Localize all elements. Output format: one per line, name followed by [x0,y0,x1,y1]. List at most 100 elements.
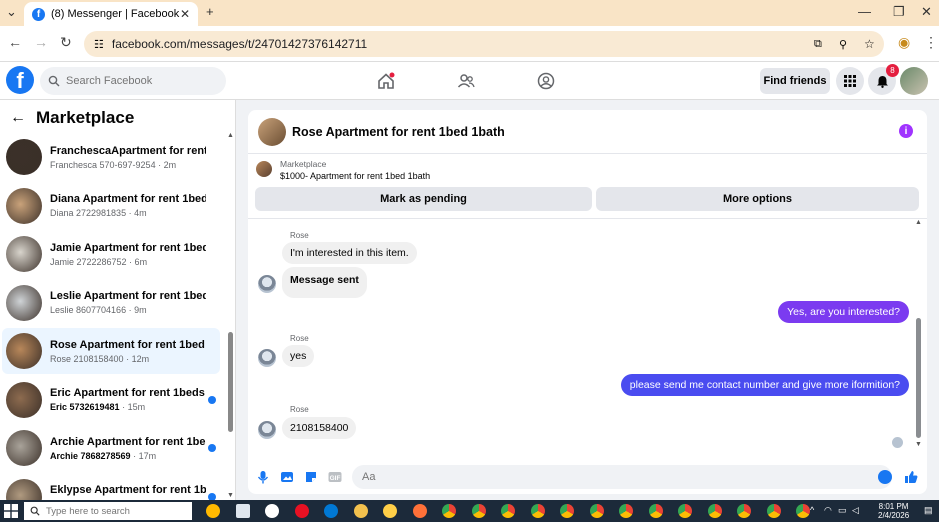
back-arrow-icon[interactable]: ← [10,109,26,127]
conversation-item[interactable]: Rose Apartment for rent 1bed 1... Rose 21… [2,328,220,374]
edge-icon[interactable] [294,504,309,518]
emoji-icon[interactable] [878,470,892,484]
back-icon[interactable]: ← [8,34,22,50]
chrome-window-icon[interactable] [501,504,515,518]
taskbar-search[interactable] [24,502,192,520]
incoming-message[interactable]: I'm interested in this item. [282,242,417,264]
chrome-window-icon[interactable] [589,504,604,518]
wifi-icon[interactable]: ◠ [824,505,832,516]
bookmark-star-icon[interactable]: ☆ [864,37,875,51]
reload-icon[interactable]: ↻ [60,34,72,51]
conversation-item[interactable]: Eklypse Apartment for rent 1b...Eklypse … [2,474,220,500]
taskbar-search-input[interactable] [46,505,176,517]
conversation-item[interactable]: Jamie Apartment for rent 1bed 1... Jamie … [2,231,220,277]
gif-icon[interactable]: GIF [328,470,342,484]
search-input[interactable] [66,75,216,87]
chrome-window-icon[interactable] [530,504,545,518]
tab-search-chevron-icon[interactable]: ⌄ [6,4,17,20]
new-tab-icon[interactable]: + [206,4,214,19]
zoom-icon[interactable]: ⚲ [839,38,847,51]
thread-scroll-up-icon[interactable]: ▲ [915,219,922,226]
conversation-preview: Diana 2722981835 · 4m [50,208,147,218]
microphone-icon[interactable] [256,470,270,484]
incoming-message[interactable]: Message sent [282,267,367,298]
omnibox[interactable]: ☷ facebook.com/messages/t/24701427376142… [84,31,884,57]
menu-grid-icon[interactable] [836,67,864,95]
chrome-window-icon[interactable] [442,504,456,518]
chat-header: Rose Apartment for rent 1bed 1bath i [248,110,927,154]
conversation-item[interactable]: Diana Apartment for rent 1bed 1... Diana … [2,183,220,229]
show-hidden-icons-chevron[interactable]: ^ [810,505,814,515]
minimize-icon[interactable]: — [858,4,871,19]
chrome-window-icon[interactable] [796,504,810,518]
conversation-item[interactable]: FranchescaApartment for rent 3... Franche… [2,134,220,180]
mark-as-pending-button[interactable]: Mark as pending [255,187,592,211]
battery-icon[interactable]: ▭ [838,505,847,516]
notification-center-icon[interactable]: ▤ [924,505,933,516]
chrome-window-icon[interactable] [766,504,781,518]
chat-listing-avatar[interactable] [258,117,286,146]
outgoing-message[interactable]: Yes, are you interested? [778,301,909,323]
profile-nav-icon[interactable] [534,70,558,92]
like-thumbs-up-icon[interactable] [904,470,918,484]
sticker-app-icon[interactable] [206,504,220,518]
photos-icon[interactable] [353,504,368,518]
incoming-message[interactable]: yes [282,345,315,367]
more-options-button[interactable]: More options [596,187,919,211]
taskbar-clock[interactable]: 8:01 PM 2/4/2026 [878,502,909,520]
conversation-name: Rose Apartment for rent 1bed 1... [50,338,206,351]
firefox-icon[interactable] [412,504,427,518]
chrome-window-icon[interactable] [707,504,722,518]
browser-menu-icon[interactable]: ⋮ [924,34,938,51]
close-window-icon[interactable]: ✕ [921,4,932,20]
find-friends-button[interactable]: Find friends [760,68,830,94]
facebook-search[interactable] [40,67,226,95]
conversation-item[interactable]: Leslie Apartment for rent 1bed 1... Lesli… [2,280,220,326]
profile-icon[interactable]: ◉ [898,34,910,51]
conversation-item[interactable]: Archie Apartment for rent 1be... Archie 7… [2,425,220,471]
photo-icon[interactable] [280,470,294,484]
sender-avatar[interactable] [258,275,276,293]
sender-avatar[interactable] [258,349,276,367]
friends-nav-icon[interactable] [454,70,478,92]
marketplace-listing-bar[interactable]: Marketplace $1000- Apartment for rent 1b… [248,154,927,184]
chrome-window-icon[interactable] [471,504,486,518]
clock-time: 8:01 PM [878,502,909,511]
outgoing-message[interactable]: please send me contact number and give m… [620,374,909,396]
forward-icon[interactable]: → [34,34,48,50]
chrome-window-icon[interactable] [737,504,751,518]
sender-avatar[interactable] [258,421,276,439]
facebook-logo-icon[interactable]: f [6,66,34,94]
chat-title[interactable]: Rose Apartment for rent 1bed 1bath [292,125,505,139]
folder-icon[interactable] [383,504,397,518]
file-explorer-icon[interactable] [324,504,338,518]
task-view-icon[interactable] [235,504,250,518]
browser-tab[interactable]: f (8) Messenger | Facebook ✕ [24,2,198,26]
thread-scrollbar-thumb[interactable] [916,318,921,438]
volume-icon[interactable]: ◁ [852,505,859,516]
account-avatar[interactable] [900,67,928,95]
site-info-icon[interactable]: ☷ [94,38,104,51]
chrome-window-icon[interactable] [619,504,633,518]
scroll-up-icon[interactable]: ▲ [227,132,234,139]
thread-scroll-down-icon[interactable]: ▼ [915,441,922,448]
tab-close-icon[interactable]: ✕ [180,7,190,21]
chrome-window-icon[interactable] [678,504,692,518]
sticker-icon[interactable] [304,470,318,484]
conversation-scrollbar-thumb[interactable] [228,332,233,432]
windows-start-icon[interactable] [4,504,18,518]
copilot-icon[interactable] [265,504,279,518]
message-input[interactable] [352,465,892,489]
scroll-down-icon[interactable]: ▼ [227,492,234,499]
install-app-icon[interactable]: ⧉ [814,38,822,51]
message-sender: Rose [290,231,309,240]
chrome-window-icon[interactable] [560,504,574,518]
home-nav-icon[interactable] [374,70,398,92]
restore-icon[interactable]: ❐ [893,4,905,20]
incoming-message[interactable]: 2108158400 [282,417,357,439]
conversation-preview-unread: Eric 5732619481 [50,402,120,412]
info-icon[interactable]: i [899,124,913,138]
conversation-scrollbar[interactable] [228,130,233,498]
chrome-window-icon[interactable] [648,504,663,518]
conversation-item[interactable]: Eric Apartment for rent 1beds ... Eric 57… [2,377,220,423]
